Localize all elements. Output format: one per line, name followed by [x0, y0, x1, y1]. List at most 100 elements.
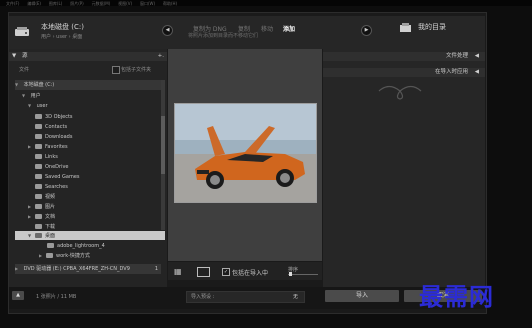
mode-add[interactable]: 添加	[283, 24, 295, 33]
subfolder-label: work-快捷方式	[56, 253, 90, 259]
import-button[interactable]: 导入	[325, 290, 399, 302]
folder-icon	[35, 144, 42, 149]
file-handling-header[interactable]: 文件处理 ◀	[323, 52, 485, 61]
menu-metadata[interactable]: 元数据(M)	[92, 1, 111, 7]
users-triangle-icon: ▼	[22, 93, 26, 98]
menu-window[interactable]: 窗口(W)	[140, 1, 155, 7]
dvd-volume-row[interactable]: ▶ DVD 驱动器 (E:) CPBA_X64FRE_ZH-CN_DV9 1	[15, 264, 161, 274]
folder-row[interactable]: ▶ 文档	[28, 212, 55, 222]
selected-folder-row[interactable]: ▼ 桌面	[15, 231, 165, 240]
menu-view[interactable]: 视图(V)	[118, 1, 132, 7]
folder-row[interactable]: 3D Objects	[28, 112, 73, 122]
source-path: 用户 › user › 桌面	[41, 34, 83, 40]
arrow-left-icon[interactable]: ◀	[162, 25, 173, 36]
menu-photo[interactable]: 照片(P)	[70, 1, 84, 7]
expand-dialog-icon[interactable]: ▲	[12, 291, 24, 300]
folder-label: Contacts	[45, 124, 68, 130]
users-row[interactable]: ▼ 用户	[22, 91, 41, 101]
menu-file[interactable]: 文件(F)	[6, 1, 19, 7]
car-photo	[175, 104, 316, 202]
expand-triangle-icon[interactable]: ▶	[28, 212, 35, 222]
collapse-left-icon: ◀	[474, 69, 479, 75]
import-preset-field[interactable]: 导入预设 : 无	[186, 291, 305, 303]
expand-triangle-icon[interactable]: ▶	[39, 251, 46, 261]
grid-view-icon[interactable]: ▦	[174, 267, 182, 276]
import-preset-value: 无	[292, 294, 298, 300]
panel-end-ornament-icon	[378, 85, 422, 100]
mode-move[interactable]: 移动	[261, 24, 273, 33]
expand-triangle-icon[interactable]: ▶	[28, 142, 35, 152]
folder-label: Links	[45, 154, 58, 160]
folder-icon	[35, 214, 42, 219]
folder-label: 3D Objects	[45, 114, 73, 120]
folder-label: Favorites	[45, 144, 68, 150]
thumbnail-size-slider[interactable]	[288, 274, 318, 275]
folder-icon	[35, 224, 42, 229]
volume-triangle-icon: ▼	[15, 82, 19, 87]
selected-folder-label: 桌面	[45, 233, 56, 239]
folder-icon	[35, 154, 42, 159]
folder-icon	[35, 174, 42, 179]
volume-row[interactable]: ▼ 本地磁盘 (C:)	[15, 80, 161, 90]
folder-row[interactable]: Searches	[28, 182, 68, 192]
apply-during-import-label: 在导入时应用	[435, 69, 469, 75]
folder-label: 下载	[45, 224, 56, 230]
folder-row[interactable]: Saved Games	[28, 172, 80, 182]
folder-row[interactable]: Contacts	[28, 122, 67, 132]
dvd-volume-count: 1	[154, 266, 158, 272]
menu-edit[interactable]: 编辑(E)	[27, 1, 41, 7]
folder-row[interactable]: Links	[28, 152, 58, 162]
folder-row[interactable]: 视频	[28, 192, 55, 202]
catalog-icon[interactable]	[399, 22, 412, 34]
folder-row[interactable]: OneDrive	[28, 162, 69, 172]
folder-icon	[35, 233, 42, 238]
import-preset-label: 导入预设 :	[191, 294, 215, 300]
collapse-left-icon: ◀	[474, 53, 479, 59]
volume-label: 本地磁盘 (C:)	[23, 82, 55, 88]
photo-count-label: 1 张照片 / 11 MB	[36, 294, 77, 300]
thumbnail-size-slider-thumb[interactable]	[289, 272, 292, 276]
folder-icon	[46, 253, 53, 258]
user-label: user	[36, 103, 48, 109]
add-source-icon[interactable]: +.	[158, 52, 164, 61]
folder-row[interactable]: Downloads	[28, 132, 72, 142]
hard-drive-icon[interactable]	[14, 25, 30, 39]
menu-library[interactable]: 图库(L)	[49, 1, 62, 7]
folder-row[interactable]: ▶ Favorites	[28, 142, 68, 152]
folder-label: 图片	[45, 204, 56, 210]
subfolder-row[interactable]: adobe_lightroom_4	[47, 241, 105, 251]
file-handling-label: 文件处理	[446, 53, 469, 59]
folder-icon	[35, 134, 42, 139]
folder-icon	[35, 194, 42, 199]
folder-icon	[35, 124, 42, 129]
photo-thumbnail[interactable]	[174, 103, 317, 203]
folder-label: Searches	[45, 184, 68, 190]
expand-triangle-icon[interactable]: ▶	[28, 202, 35, 212]
folder-row[interactable]: ▶ 图片	[28, 202, 55, 212]
subfolder-label: adobe_lightroom_4	[57, 243, 105, 249]
source-panel-header[interactable]: ▼ 源 +.	[9, 52, 167, 61]
apply-during-import-header[interactable]: 在导入时应用 ◀	[323, 68, 485, 77]
source-scrollbar-thumb[interactable]	[161, 116, 165, 174]
files-label: 文件	[19, 67, 30, 73]
destination-title[interactable]: 我的目录	[418, 22, 446, 32]
include-in-import-label: 包括在导入中	[232, 270, 269, 277]
mode-description: 将照片添加到目录而不移动它们	[188, 33, 259, 39]
include-subfolders-checkbox[interactable]	[112, 66, 120, 74]
folder-label: Downloads	[45, 134, 73, 140]
collapse-triangle-icon: ▼	[12, 53, 17, 59]
dvd-volume-label: DVD 驱动器 (E:) CPBA_X64FRE_ZH-CN_DV9	[23, 266, 130, 272]
menu-help[interactable]: 帮助(H)	[163, 1, 177, 7]
loupe-view-icon[interactable]	[197, 267, 210, 277]
user-row[interactable]: ▼ user	[28, 101, 48, 111]
folder-label: 视频	[45, 194, 56, 200]
folder-icon	[35, 114, 42, 119]
folder-icon	[47, 243, 54, 248]
source-header-label: 源	[21, 53, 28, 59]
subfolder-row[interactable]: ▶ work-快捷方式	[39, 251, 90, 261]
source-title[interactable]: 本地磁盘 (C:)	[41, 22, 84, 32]
include-all-checkbox[interactable]: ✓	[222, 268, 230, 276]
folder-label: Saved Games	[45, 174, 80, 180]
folder-icon	[35, 204, 42, 209]
arrow-right-icon[interactable]: ▶	[361, 25, 372, 36]
